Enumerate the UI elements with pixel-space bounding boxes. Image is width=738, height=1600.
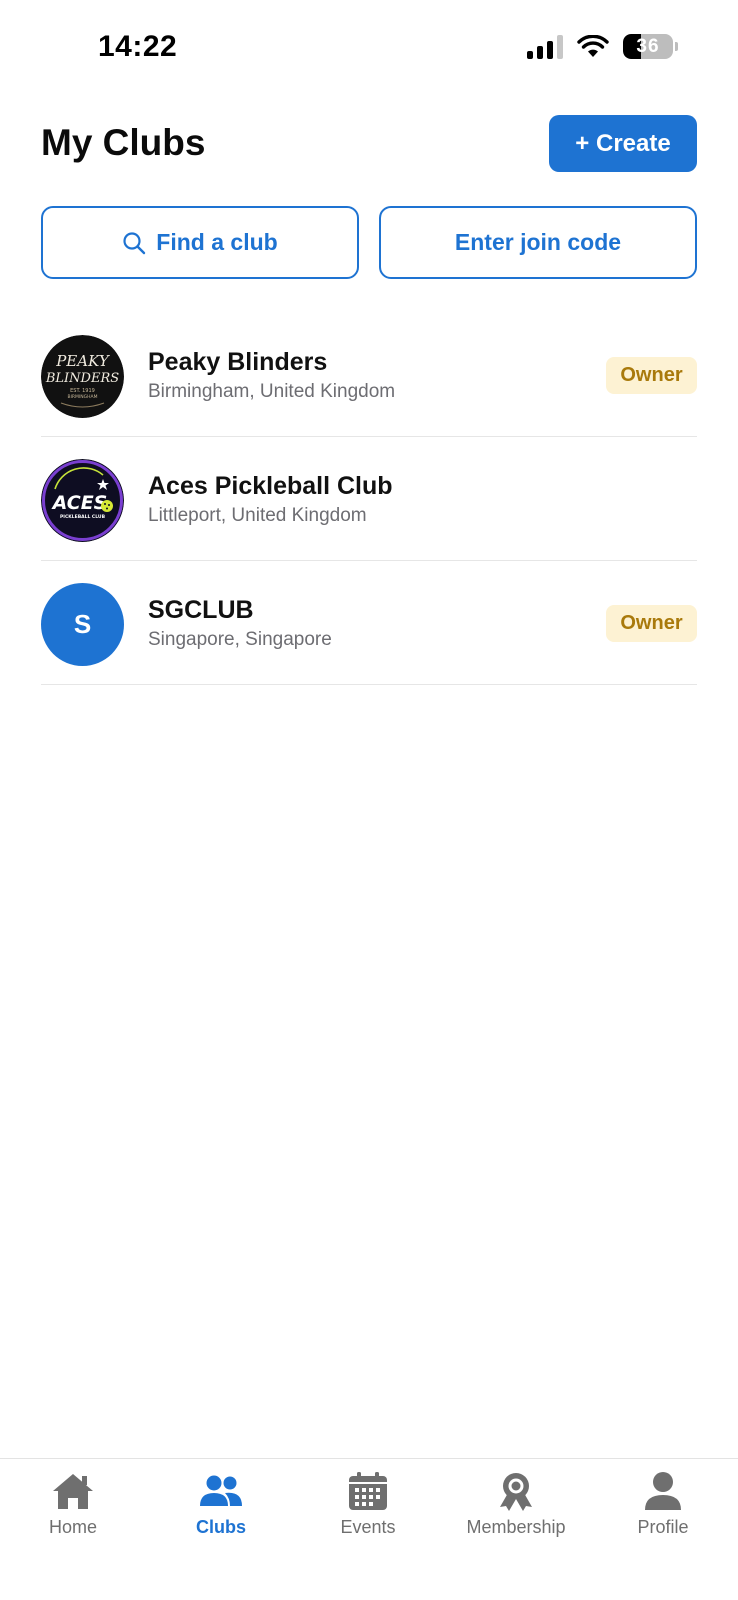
tab-clubs[interactable]: Clubs (151, 1471, 291, 1538)
wifi-icon (577, 34, 609, 57)
status-time: 14:22 (98, 30, 178, 63)
svg-text:BIRMINGHAM: BIRMINGHAM (68, 394, 98, 400)
profile-icon (645, 1472, 681, 1510)
owner-badge: Owner (606, 605, 697, 642)
join-code-label: Enter join code (454, 229, 622, 255)
find-club-button[interactable]: Find a club (41, 206, 359, 279)
club-list: PEAKY BLINDERS EST. 1919 BIRMINGHAM Peak… (41, 313, 697, 685)
club-name: SGCLUB (148, 596, 254, 624)
tab-home[interactable]: Home (3, 1471, 143, 1538)
tab-label: Events (340, 1517, 396, 1537)
svg-text:ACES: ACES (51, 492, 108, 514)
tab-label: Membership (466, 1517, 566, 1537)
club-row-peaky-blinders[interactable]: PEAKY BLINDERS EST. 1919 BIRMINGHAM Peak… (41, 313, 697, 437)
status-icons: 36 (527, 34, 678, 59)
club-row-sgclub[interactable]: S SGCLUB Singapore, Singapore Owner (41, 561, 697, 685)
clubs-icon (200, 1475, 242, 1506)
owner-badge: Owner (606, 357, 697, 394)
tab-profile[interactable]: Profile (593, 1471, 733, 1538)
club-logo-peaky-blinders: PEAKY BLINDERS EST. 1919 BIRMINGHAM (41, 335, 124, 418)
cellular-signal-icon (527, 34, 563, 59)
club-name: Aces Pickleball Club (148, 472, 393, 500)
club-name: Peaky Blinders (148, 348, 328, 376)
club-initial-avatar: S (41, 583, 124, 666)
find-club-label: Find a club (156, 229, 278, 255)
club-location: Singapore, Singapore (148, 629, 332, 650)
status-bar: 14:22 36 (0, 0, 738, 100)
calendar-icon (349, 1472, 387, 1510)
battery-icon: 36 (623, 34, 673, 59)
search-icon (123, 231, 146, 254)
create-club-button[interactable]: + Create (549, 115, 697, 172)
svg-text:PEAKY: PEAKY (55, 352, 111, 370)
tab-label: Home (48, 1517, 97, 1537)
enter-join-code-button[interactable]: Enter join code (379, 206, 697, 279)
tab-label: Profile (637, 1517, 689, 1537)
svg-text:EST. 1919: EST. 1919 (70, 388, 95, 394)
club-location: Littleport, United Kingdom (148, 505, 367, 526)
tab-membership[interactable]: Membership (446, 1471, 586, 1538)
club-location: Birmingham, United Kingdom (148, 381, 396, 402)
bottom-tab-bar: Home Clubs Events Membership Profile (0, 1458, 738, 1600)
svg-text:PICKLEBALL CLUB: PICKLEBALL CLUB (60, 514, 106, 520)
tab-label: Clubs (195, 1517, 246, 1537)
club-logo-aces-pickleball: ACES PICKLEBALL CLUB (41, 459, 124, 542)
battery-cap (675, 42, 678, 51)
svg-text:BLINDERS: BLINDERS (45, 371, 119, 386)
home-icon (53, 1474, 93, 1509)
battery-percent: 36 (636, 35, 660, 57)
club-row-aces-pickleball[interactable]: ACES PICKLEBALL CLUB Aces Pickleball Clu… (41, 437, 697, 561)
membership-badge-icon (500, 1473, 532, 1511)
tab-events[interactable]: Events (298, 1471, 438, 1538)
page-title: My Clubs (41, 122, 206, 163)
